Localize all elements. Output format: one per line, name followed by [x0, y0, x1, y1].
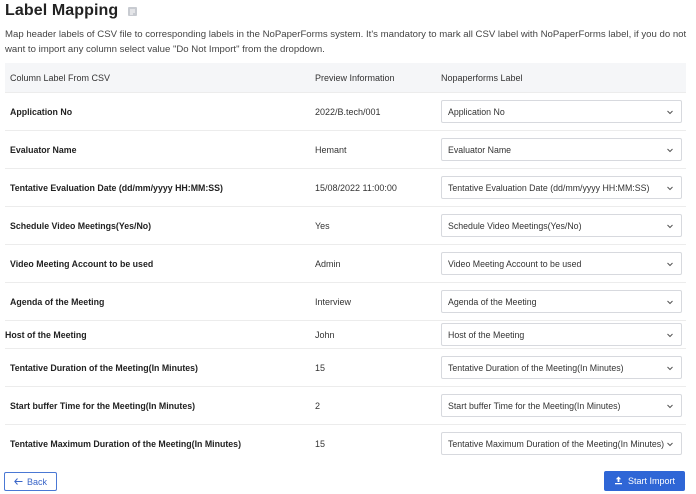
csv-label: Host of the Meeting	[5, 329, 87, 340]
back-button[interactable]: Back	[4, 472, 57, 491]
preview-value: 15/08/2022 11:00:00	[315, 182, 397, 193]
table-body: Application No 2022/B.tech/001 Application…	[5, 92, 686, 462]
selected-label: Tentative Duration of the Meeting(In Min…	[448, 362, 624, 373]
chevron-down-icon	[666, 260, 674, 268]
chevron-down-icon	[666, 146, 674, 154]
preview-value: 15	[315, 438, 326, 449]
back-button-label: Back	[26, 476, 47, 487]
page-header: Label Mapping	[5, 0, 138, 22]
selected-label: Host of the Meeting	[448, 329, 525, 340]
chevron-down-icon	[666, 222, 674, 230]
table-row: Schedule Video Meetings(Yes/No) Yes Schedu…	[5, 206, 686, 244]
table-row: Tentative Duration of the Meeting(In Min…	[5, 348, 686, 386]
label-select[interactable]: Schedule Video Meetings(Yes/No)	[441, 214, 682, 237]
page-title: Label Mapping	[5, 2, 119, 19]
chevron-down-icon	[666, 440, 674, 448]
column-header-preview: Preview Information	[315, 72, 395, 83]
preview-value: Hemant	[315, 144, 347, 155]
selected-label: Tentative Maximum Duration of the Meetin…	[448, 438, 665, 449]
table-row: Tentative Evaluation Date (dd/mm/yyyy HH…	[5, 168, 686, 206]
selected-label: Evaluator Name	[448, 144, 512, 155]
table-row: Video Meeting Account to be used Admin Vid…	[5, 244, 686, 282]
csv-label: Video Meeting Account to be used	[10, 258, 154, 269]
table-row: Agenda of the Meeting Interview Agenda of …	[5, 282, 686, 320]
csv-label: Tentative Maximum Duration of the Meetin…	[10, 438, 242, 449]
preview-value: Admin	[315, 258, 341, 269]
chevron-down-icon	[666, 184, 674, 192]
label-select[interactable]: Evaluator Name	[441, 138, 682, 161]
chevron-down-icon	[666, 108, 674, 116]
preview-value: 15	[315, 362, 326, 373]
chevron-down-icon	[666, 402, 674, 410]
mapping-table: Column Label From CSV Preview Informatio…	[5, 63, 686, 462]
upload-icon	[614, 476, 623, 487]
table-row: Application No 2022/B.tech/001 Application…	[5, 92, 686, 130]
label-select[interactable]: Agenda of the Meeting	[441, 290, 682, 313]
table-row: Tentative Maximum Duration of the Meetin…	[5, 424, 686, 462]
table-row: Host of the Meeting John Host of the Meeti…	[5, 320, 686, 348]
selected-label: Schedule Video Meetings(Yes/No)	[448, 220, 582, 231]
label-select[interactable]: Tentative Duration of the Meeting(In Min…	[441, 356, 682, 379]
table-row: Evaluator Name Hemant Evaluator Name	[5, 130, 686, 168]
arrow-left-icon	[14, 477, 23, 487]
preview-value: John	[315, 329, 335, 340]
chevron-down-icon	[666, 364, 674, 372]
selected-label: Agenda of the Meeting	[448, 296, 537, 307]
csv-label: Evaluator Name	[10, 144, 77, 155]
chevron-down-icon	[666, 298, 674, 306]
selected-label: Video Meeting Account to be used	[448, 258, 582, 269]
csv-label: Agenda of the Meeting	[10, 296, 105, 307]
table-row: Start buffer Time for the Meeting(In Min…	[5, 386, 686, 424]
label-select[interactable]: Video Meeting Account to be used	[441, 252, 682, 275]
csv-label: Schedule Video Meetings(Yes/No)	[10, 220, 152, 231]
csv-label: Application No	[10, 106, 73, 117]
label-select[interactable]: Tentative Evaluation Date (dd/mm/yyyy HH…	[441, 176, 682, 199]
chevron-down-icon	[666, 331, 674, 339]
label-select[interactable]: Host of the Meeting	[441, 323, 682, 346]
table-header: Column Label From CSV Preview Informatio…	[5, 63, 686, 92]
column-header-nopaperforms-label: Nopaperforms Label	[441, 72, 523, 83]
selected-label: Start buffer Time for the Meeting(In Min…	[448, 400, 621, 411]
preview-value: Interview	[315, 296, 352, 307]
selected-label: Application No	[448, 106, 505, 117]
preview-value: 2022/B.tech/001	[315, 106, 381, 117]
label-select[interactable]: Tentative Maximum Duration of the Meetin…	[441, 432, 682, 455]
column-header-csv-label: Column Label From CSV	[10, 72, 111, 83]
label-select[interactable]: Start buffer Time for the Meeting(In Min…	[441, 394, 682, 417]
csv-label: Tentative Duration of the Meeting(In Min…	[10, 362, 198, 373]
csv-label: Tentative Evaluation Date (dd/mm/yyyy HH…	[10, 182, 223, 193]
preview-value: 2	[315, 400, 321, 411]
label-select[interactable]: Application No	[441, 100, 682, 123]
selected-label: Tentative Evaluation Date (dd/mm/yyyy HH…	[448, 182, 650, 193]
start-import-button[interactable]: Start Import	[604, 471, 685, 491]
page-description: Map header labels of CSV file to corresp…	[5, 29, 687, 55]
preview-value: Yes	[315, 220, 330, 231]
start-import-label: Start Import	[627, 476, 675, 486]
csv-label: Start buffer Time for the Meeting(In Min…	[10, 400, 196, 411]
document-icon	[127, 6, 138, 17]
